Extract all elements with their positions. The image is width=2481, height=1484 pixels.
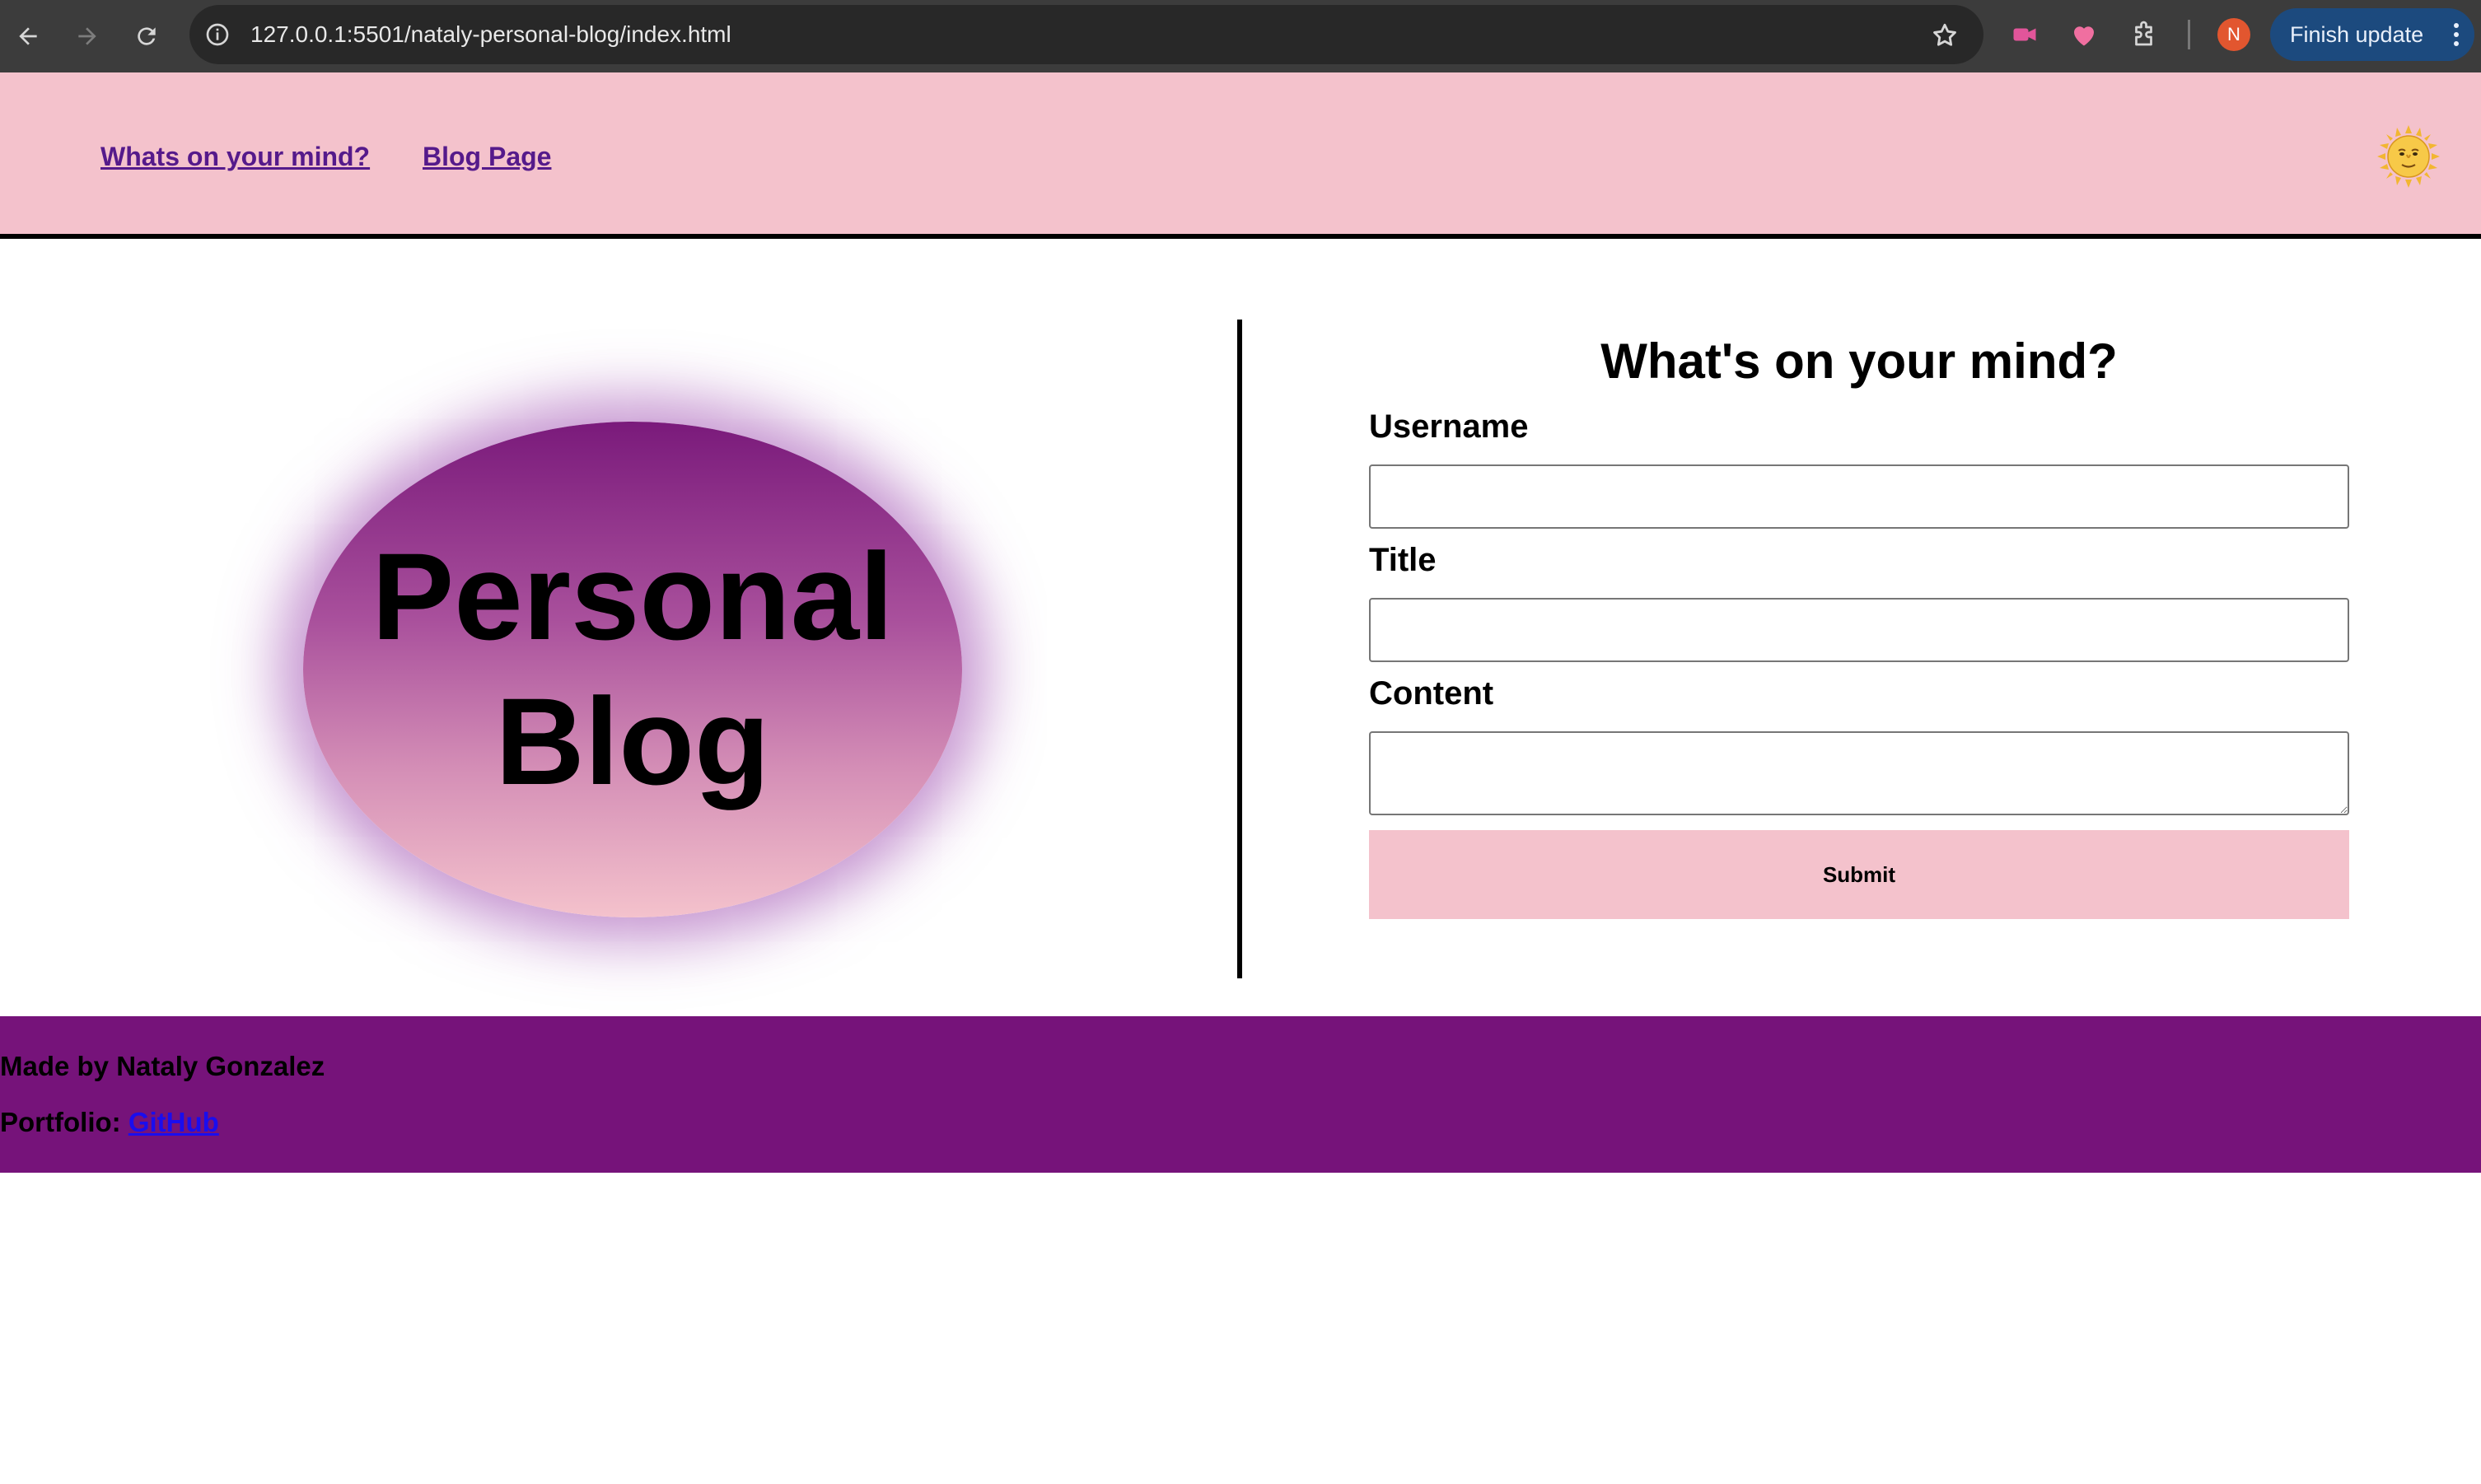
site-info-icon[interactable] xyxy=(204,21,231,48)
toolbar-divider xyxy=(2188,20,2190,49)
username-label: Username xyxy=(1369,408,1529,445)
star-icon[interactable] xyxy=(1931,21,1959,49)
nav-link-whats-on-your-mind[interactable]: Whats on your mind? xyxy=(100,142,370,172)
logo-line-1: Personal xyxy=(371,527,894,665)
content-textarea[interactable] xyxy=(1369,731,2349,815)
title-input[interactable] xyxy=(1369,598,2349,662)
title-label: Title xyxy=(1369,542,1437,578)
portfolio-label: Portfolio: xyxy=(0,1107,121,1137)
footer-credit: Made by Nataly Gonzalez xyxy=(0,1051,325,1081)
browser-toolbar: 127.0.0.1:5501/nataly-personal-blog/inde… xyxy=(0,0,2481,72)
logo-text: Personal Blog xyxy=(303,524,962,814)
nav-link-blog-page[interactable]: Blog Page xyxy=(423,142,551,172)
url-text[interactable]: 127.0.0.1:5501/nataly-personal-blog/inde… xyxy=(250,21,731,48)
address-bar[interactable]: 127.0.0.1:5501/nataly-personal-blog/inde… xyxy=(189,5,1983,64)
vertical-divider xyxy=(1237,320,1242,978)
submit-button[interactable]: Submit xyxy=(1369,830,2349,919)
sun-face-icon[interactable] xyxy=(2377,125,2440,188)
finish-update-label: Finish update xyxy=(2290,21,2424,47)
username-input[interactable] xyxy=(1369,464,2349,529)
footer-portfolio: Portfolio: GitHub xyxy=(0,1107,219,1138)
form-title: What's on your mind? xyxy=(1600,334,2118,389)
site-footer: Made by Nataly Gonzalez Portfolio: GitHu… xyxy=(0,1016,2481,1173)
finish-update-button[interactable]: Finish update xyxy=(2270,8,2474,61)
logo-line-2: Blog xyxy=(495,672,770,810)
site-header: Whats on your mind? Blog Page xyxy=(0,72,2481,239)
blog-logo: Personal Blog xyxy=(303,422,962,917)
reload-icon[interactable] xyxy=(127,16,166,56)
github-link[interactable]: GitHub xyxy=(128,1107,219,1137)
back-arrow-icon[interactable] xyxy=(8,16,48,56)
puzzle-icon[interactable] xyxy=(2128,18,2161,51)
heart-icon[interactable] xyxy=(2068,18,2100,51)
content-label: Content xyxy=(1369,675,1494,712)
video-record-icon[interactable] xyxy=(2008,18,2041,51)
profile-avatar[interactable]: N xyxy=(2217,18,2250,51)
forward-arrow-icon[interactable] xyxy=(68,16,107,56)
kebab-menu-icon[interactable] xyxy=(2453,21,2460,48)
